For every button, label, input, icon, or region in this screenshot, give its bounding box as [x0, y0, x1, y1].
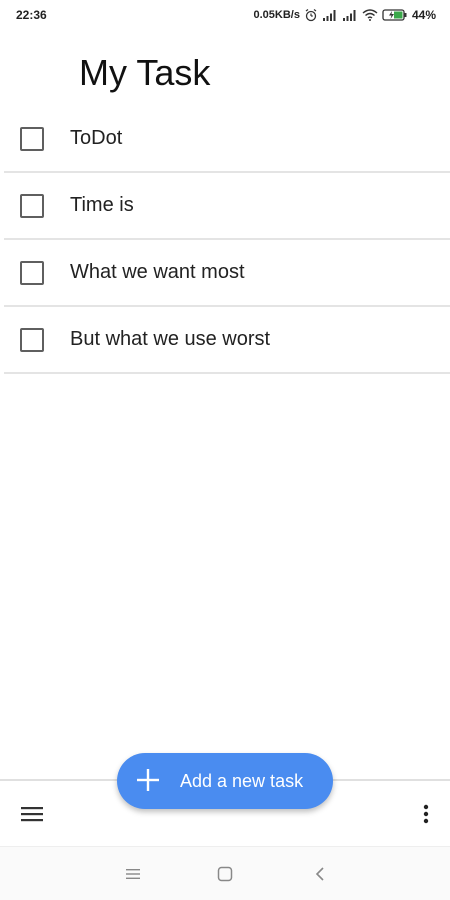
task-list: ToDot Time is What we want most But what… — [0, 106, 450, 374]
signal-icon — [342, 9, 358, 21]
more-options-button[interactable] — [412, 798, 440, 830]
add-task-button[interactable]: Add a new task — [117, 753, 333, 809]
task-label: What we want most — [70, 261, 245, 283]
home-button[interactable] — [211, 861, 239, 887]
task-label: ToDot — [70, 127, 123, 149]
status-time: 22:36 — [16, 8, 47, 22]
task-item[interactable]: But what we use worst — [4, 307, 450, 374]
more-vert-icon — [423, 804, 429, 824]
task-item[interactable]: Time is — [4, 173, 450, 240]
back-icon — [315, 867, 324, 881]
page-title: My Task — [79, 52, 211, 93]
add-task-label: Add a new task — [180, 770, 304, 791]
screen: 22:36 0.05KB/s 44% My Task ToDot Time is… — [0, 0, 450, 900]
status-icons: 0.05KB/s 44% — [253, 8, 436, 22]
menu-button[interactable] — [14, 798, 50, 830]
task-checkbox[interactable] — [20, 260, 44, 285]
battery-percent: 44% — [411, 8, 436, 22]
task-checkbox[interactable] — [20, 327, 44, 352]
task-item[interactable]: What we want most — [4, 240, 450, 307]
signal-icon — [322, 9, 338, 21]
alarm-icon — [304, 8, 318, 22]
task-item[interactable]: ToDot — [4, 106, 450, 173]
back-button[interactable] — [306, 861, 334, 887]
task-label: Time is — [70, 194, 134, 216]
task-label: But what we use worst — [70, 328, 271, 350]
status-bar: 22:36 0.05KB/s 44% — [0, 0, 450, 30]
hamburger-menu-icon — [21, 807, 43, 822]
battery-icon — [382, 9, 408, 21]
plus-icon — [137, 769, 159, 791]
recents-icon — [126, 869, 140, 879]
system-nav-bar — [0, 847, 450, 900]
wifi-icon — [362, 9, 378, 21]
task-checkbox[interactable] — [20, 193, 44, 218]
network-speed: 0.05KB/s — [253, 9, 300, 21]
home-icon — [217, 866, 233, 882]
task-checkbox[interactable] — [20, 126, 44, 151]
recents-button[interactable] — [119, 861, 147, 887]
